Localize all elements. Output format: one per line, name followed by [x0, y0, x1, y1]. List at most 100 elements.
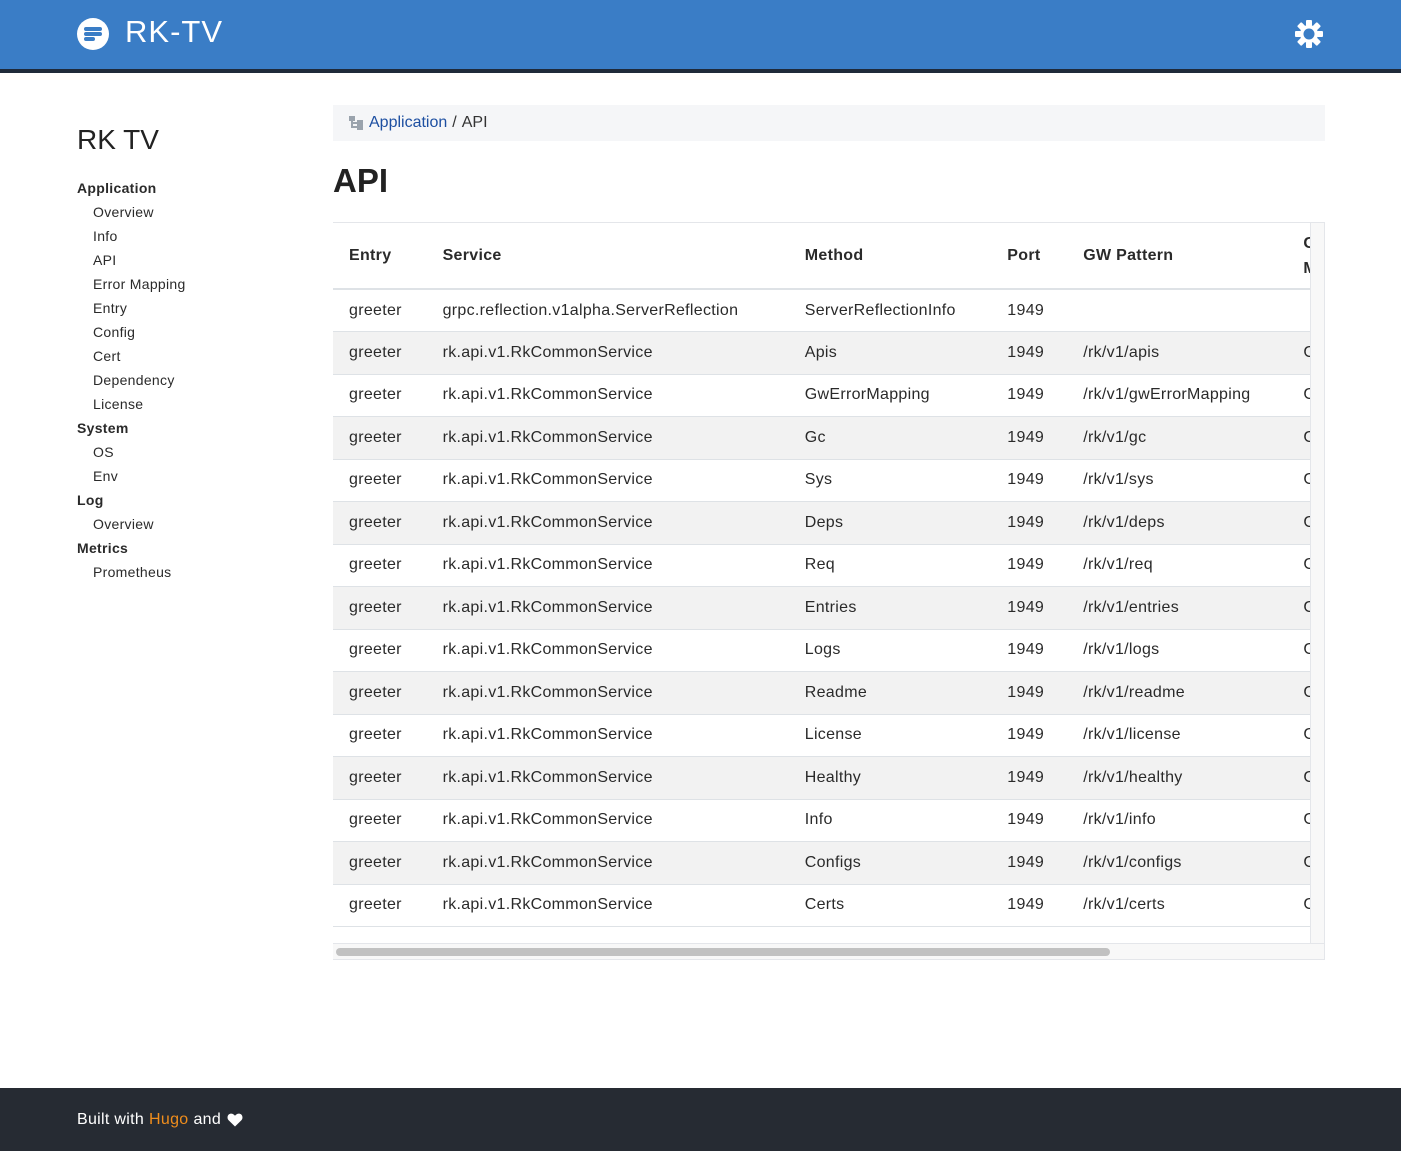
cell-method: GwErrorMapping: [788, 374, 992, 417]
breadcrumb-separator: /: [452, 114, 457, 131]
cell-gw-pattern: /rk/v1/entries: [1067, 586, 1288, 630]
sidebar-item-application-api[interactable]: API: [77, 248, 307, 272]
cell-method: Entries: [788, 586, 992, 630]
cell-service: rk.api.v1.RkCommonService: [426, 756, 789, 800]
sidebar-item-application-dependency[interactable]: Dependency: [77, 368, 307, 392]
column-header-gw-pattern[interactable]: GW Pattern: [1067, 223, 1288, 290]
cell-gw-pattern: /rk/v1/license: [1067, 714, 1288, 757]
cell-service: rk.api.v1.RkCommonService: [426, 714, 789, 757]
cell-method: Info: [788, 799, 992, 842]
cell-gw-pattern: /rk/v1/sys: [1067, 459, 1288, 502]
cell-method: Gc: [788, 416, 992, 460]
brand-name[interactable]: RK-TV: [125, 14, 223, 50]
table-row: greeter rk.api.v1.RkCommonService Certs 194…: [333, 884, 1324, 927]
horizontal-scrollbar[interactable]: [333, 943, 1324, 959]
table-row: greeter rk.api.v1.RkCommonService Entries 1…: [333, 586, 1324, 630]
column-header-service[interactable]: Service: [426, 223, 789, 290]
sidebar-item-application-cert[interactable]: Cert: [77, 344, 307, 368]
cell-entry: greeter: [333, 416, 427, 460]
table-row: greeter rk.api.v1.RkCommonService Req 1949/…: [333, 544, 1324, 587]
column-header-entry[interactable]: Entry: [333, 223, 427, 290]
table-row: greeter rk.api.v1.RkCommonService License 1…: [333, 714, 1324, 757]
sidebar-item-metrics-prometheus[interactable]: Prometheus: [77, 560, 307, 584]
sidebar-item-application-overview[interactable]: Overview: [77, 200, 307, 224]
cell-port: 1949: [991, 756, 1068, 800]
table-header-row: EntryServiceMethodPortGW PatternGW Metho…: [333, 223, 1324, 290]
sidebar-section-application[interactable]: Application: [77, 176, 307, 200]
cell-service: rk.api.v1.RkCommonService: [426, 459, 789, 502]
sidebar-section-metrics[interactable]: Metrics: [77, 536, 307, 560]
table-row: greeter rk.api.v1.RkCommonService Configs 1…: [333, 841, 1324, 885]
cell-service: rk.api.v1.RkCommonService: [426, 331, 789, 375]
sidebar-item-application-info[interactable]: Info: [77, 224, 307, 248]
cell-gw-pattern: /rk/v1/readme: [1067, 671, 1288, 715]
cell-port: 1949: [991, 586, 1068, 630]
sidebar-item-application-config[interactable]: Config: [77, 320, 307, 344]
cell-port: 1949: [991, 671, 1068, 715]
cell-service: rk.api.v1.RkCommonService: [426, 671, 789, 715]
breadcrumb-current: API: [461, 114, 488, 131]
site-title: RK TV: [77, 124, 159, 155]
cell-port: 1949: [991, 544, 1068, 587]
footer-suffix: and: [193, 1110, 222, 1128]
table-row: greeter rk.api.v1.RkCommonService Logs 1949…: [333, 629, 1324, 672]
theme-toggle-button[interactable]: [1290, 16, 1328, 52]
sidebar-item-system-os[interactable]: OS: [77, 440, 307, 464]
cell-entry: greeter: [333, 629, 427, 672]
main-content: Application / API API Entry Service Method…: [333, 105, 1325, 960]
cell-method: Readme: [788, 671, 992, 715]
breadcrumb-application-link[interactable]: Application: [369, 114, 447, 132]
sidebar-item-application-license[interactable]: License: [77, 392, 307, 416]
cell-service: rk.api.v1.RkCommonService: [426, 884, 789, 927]
cell-entry: greeter: [333, 289, 427, 332]
cell-method: Req: [788, 544, 992, 587]
cell-gw-pattern: [1067, 289, 1288, 332]
column-header-port[interactable]: Port: [991, 223, 1068, 290]
hugo-link[interactable]: Hugo: [149, 1111, 188, 1129]
cell-method: License: [788, 714, 992, 757]
heart-icon: [227, 1113, 243, 1126]
table-body: greeter grpc.reflection.v1alpha.ServerRef…: [333, 289, 1324, 927]
cell-port: 1949: [991, 459, 1068, 502]
cell-entry: greeter: [333, 586, 427, 630]
api-table-container[interactable]: EntryServiceMethodPortGW PatternGW Metho…: [333, 222, 1325, 960]
cell-method: Logs: [788, 629, 992, 672]
cell-port: 1949: [991, 799, 1068, 842]
cell-port: 1949: [991, 884, 1068, 927]
cell-port: 1949: [991, 841, 1068, 885]
column-header-method[interactable]: Method: [788, 223, 992, 290]
sidebar-section-log[interactable]: Log: [77, 488, 307, 512]
cell-gw-pattern: /rk/v1/req: [1067, 544, 1288, 587]
sidebar-item-application-error-mapping[interactable]: Error Mapping: [77, 272, 307, 296]
sitemap-icon: [349, 116, 363, 130]
hamburger-logo-icon[interactable]: [77, 18, 109, 50]
top-navbar: RK-TV: [0, 0, 1401, 73]
footer-prefix: Built with: [77, 1110, 145, 1128]
cell-method: Apis: [788, 331, 992, 375]
cell-method: Deps: [788, 501, 992, 545]
cell-port: 1949: [991, 331, 1068, 375]
cell-port: 1949: [991, 714, 1068, 757]
cell-entry: greeter: [333, 331, 427, 375]
cell-gw-pattern: /rk/v1/info: [1067, 799, 1288, 842]
sidebar-item-system-env[interactable]: Env: [77, 464, 307, 488]
sidebar-menu: Application Overview Info API Error Mapping E…: [77, 176, 307, 584]
table-row: greeter rk.api.v1.RkCommonService Deps 1949…: [333, 501, 1324, 545]
table-row: greeter rk.api.v1.RkCommonService Info 1949…: [333, 799, 1324, 842]
sidebar-section-system[interactable]: System: [77, 416, 307, 440]
cell-entry: greeter: [333, 501, 427, 545]
cell-service: rk.api.v1.RkCommonService: [426, 416, 789, 460]
sidebar-item-application-entry[interactable]: Entry: [77, 296, 307, 320]
cell-gw-pattern: /rk/v1/deps: [1067, 501, 1288, 545]
vertical-scroll-track[interactable]: [1310, 223, 1324, 943]
cell-gw-pattern: /rk/v1/healthy: [1067, 756, 1288, 800]
sun-icon: [1295, 20, 1323, 48]
table-row: greeter rk.api.v1.RkCommonService Healthy 1…: [333, 756, 1324, 800]
sidebar-item-log-overview[interactable]: Overview: [77, 512, 307, 536]
cell-method: Certs: [788, 884, 992, 927]
footer: Built with Hugo and: [0, 1088, 1401, 1151]
cell-service: rk.api.v1.RkCommonService: [426, 841, 789, 885]
horizontal-scroll-thumb[interactable]: [336, 948, 1110, 956]
cell-port: 1949: [991, 374, 1068, 417]
cell-service: rk.api.v1.RkCommonService: [426, 629, 789, 672]
